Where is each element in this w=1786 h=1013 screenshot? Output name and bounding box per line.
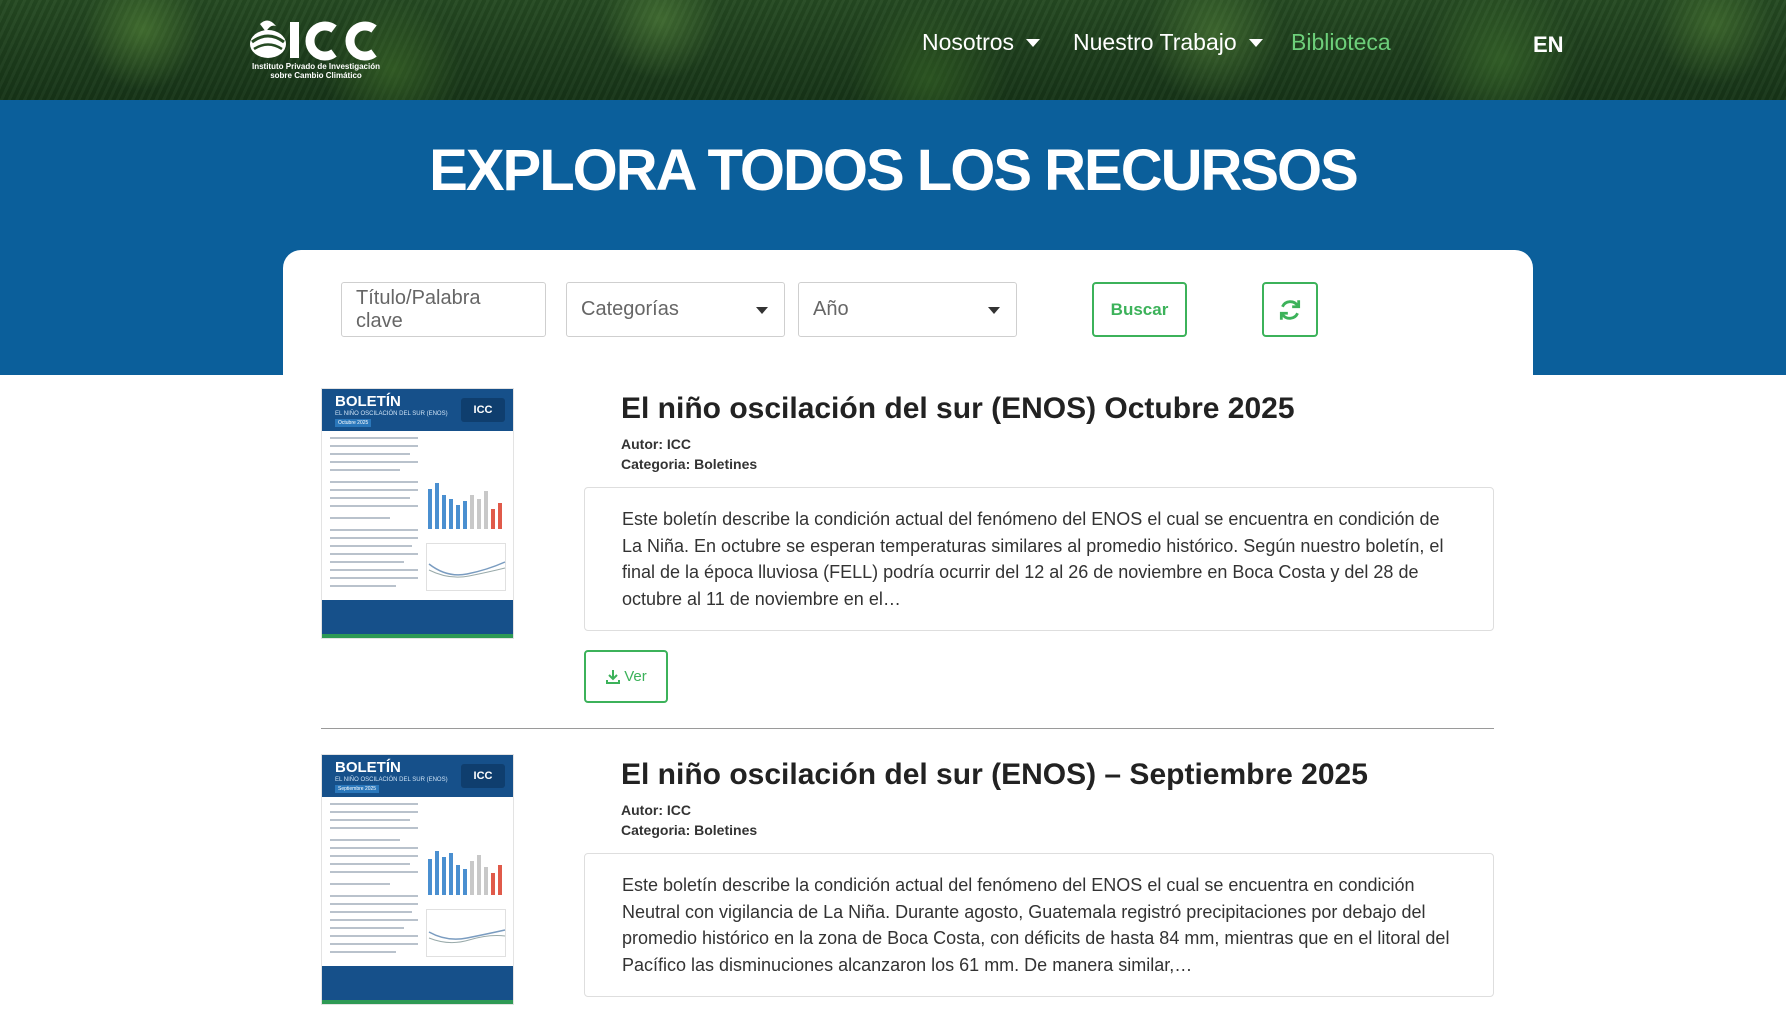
- result-title[interactable]: El niño oscilación del sur (ENOS) Octubr…: [621, 392, 1295, 426]
- thumbnail-line-chart: [426, 543, 506, 591]
- view-button-label: Ver: [624, 668, 647, 685]
- thumbnail-subtitle: EL NIÑO OSCILACIÓN DEL SUR (ENOS): [335, 411, 448, 417]
- nav-nuestro-trabajo-label: Nuestro Trabajo: [1073, 29, 1237, 55]
- bulletin-thumbnail[interactable]: BOLETÍN EL NIÑO OSCILACIÓN DEL SUR (ENOS…: [321, 388, 514, 639]
- category-placeholder: Categorías: [581, 298, 679, 320]
- top-navbar: Instituto Privado de Investigación sobre…: [0, 0, 1786, 100]
- thumbnail-month: Septiembre 2025: [335, 785, 380, 793]
- nav-biblioteca-label: Biblioteca: [1291, 29, 1391, 55]
- chevron-down-icon: [756, 307, 768, 314]
- result-author: Autor: ICC: [621, 436, 691, 452]
- thumbnail-heading: BOLETÍN: [335, 759, 401, 776]
- result-title[interactable]: El niño oscilación del sur (ENOS) – Sept…: [621, 758, 1368, 792]
- category-select[interactable]: Categorías: [566, 282, 785, 337]
- language-switch[interactable]: EN: [1533, 32, 1564, 58]
- result-category: Categoria: Boletines: [621, 456, 758, 472]
- thumbnail-line-chart: [426, 909, 506, 957]
- year-placeholder: Año: [813, 298, 849, 320]
- chevron-down-icon: [988, 307, 1000, 314]
- view-button[interactable]: Ver: [584, 650, 668, 703]
- nav-nosotros[interactable]: Nosotros: [922, 29, 1041, 56]
- thumbnail-chart: [426, 845, 506, 895]
- search-button[interactable]: Buscar: [1092, 282, 1187, 337]
- result-category: Categoria: Boletines: [621, 822, 758, 838]
- bulletin-thumbnail[interactable]: BOLETÍN EL NIÑO OSCILACIÓN DEL SUR (ENOS…: [321, 754, 514, 1005]
- nav-nosotros-label: Nosotros: [922, 29, 1015, 55]
- thumbnail-logo: ICC: [461, 398, 505, 422]
- nav-biblioteca[interactable]: Biblioteca: [1291, 29, 1391, 56]
- logo-tagline: Instituto Privado de Investigación sobre…: [251, 62, 381, 80]
- thumbnail-header: BOLETÍN EL NIÑO OSCILACIÓN DEL SUR (ENOS…: [322, 755, 513, 797]
- thumbnail-logo: ICC: [461, 764, 505, 788]
- search-button-label: Buscar: [1110, 299, 1169, 319]
- keyword-placeholder: Título/Palabra clave: [356, 286, 481, 332]
- result-description: Este boletín describe la condición actua…: [584, 487, 1494, 631]
- thumbnail-month: Octubre 2025: [335, 419, 372, 427]
- result-divider: [321, 728, 1494, 729]
- thumbnail-footer: [322, 966, 513, 1004]
- keyword-search-input[interactable]: Título/Palabra clave: [341, 282, 546, 337]
- nav-nuestro-trabajo[interactable]: Nuestro Trabajo: [1073, 29, 1263, 56]
- language-switch-label: EN: [1533, 32, 1564, 57]
- download-icon: [606, 669, 621, 684]
- thumbnail-chart: [426, 479, 506, 529]
- chevron-down-icon: [1026, 38, 1041, 47]
- page-title: EXPLORA TODOS LOS RECURSOS: [429, 138, 1359, 203]
- thumbnail-footer: [322, 600, 513, 638]
- year-select[interactable]: Año: [798, 282, 1017, 337]
- icc-logo[interactable]: Instituto Privado de Investigación sobre…: [248, 16, 384, 80]
- icc-logo-icon: [250, 20, 377, 61]
- chevron-down-icon: [1248, 38, 1263, 47]
- result-description: Este boletín describe la condición actua…: [584, 853, 1494, 997]
- thumbnail-subtitle: EL NIÑO OSCILACIÓN DEL SUR (ENOS): [335, 777, 448, 783]
- thumbnail-header: BOLETÍN EL NIÑO OSCILACIÓN DEL SUR (ENOS…: [322, 389, 513, 431]
- reset-filters-button[interactable]: [1262, 282, 1318, 337]
- refresh-icon: [1279, 299, 1301, 320]
- result-author: Autor: ICC: [621, 802, 691, 818]
- thumbnail-heading: BOLETÍN: [335, 393, 401, 410]
